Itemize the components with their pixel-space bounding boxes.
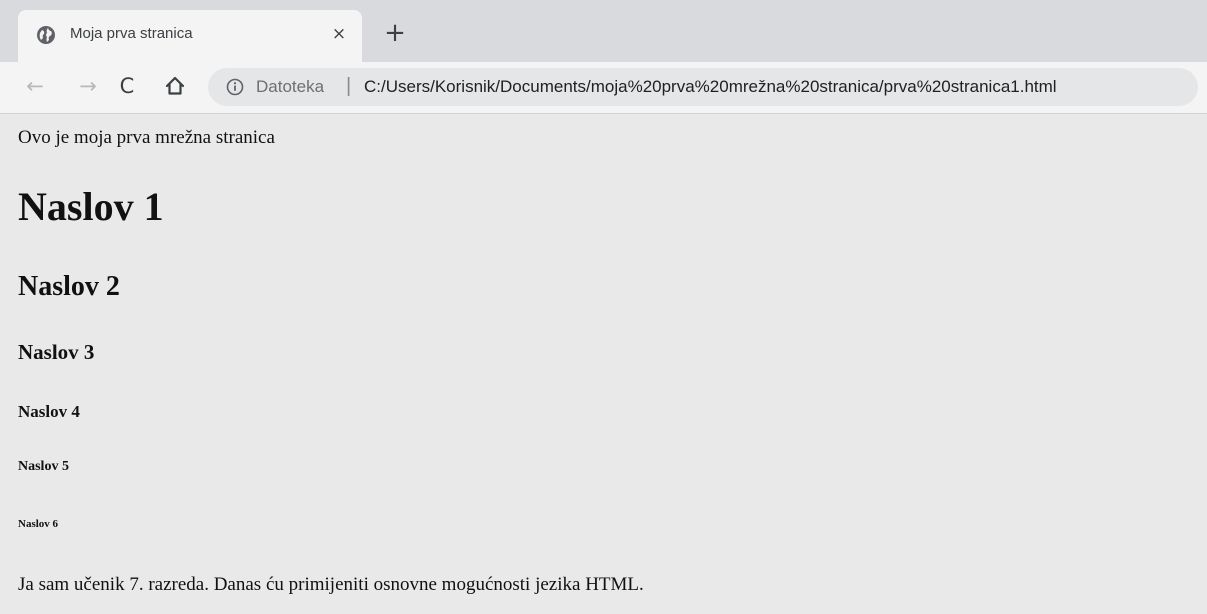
browser-window: Moja prva stranica × + ← → C Datoteka | … xyxy=(0,0,1207,614)
heading-3: Naslov 3 xyxy=(18,340,95,364)
outro-text: Ja sam učenik 7. razreda. Danas ću primi… xyxy=(18,574,644,595)
browser-tab[interactable]: Moja prva stranica × xyxy=(18,10,362,62)
reload-button[interactable]: C xyxy=(112,71,142,101)
page-content: Ovo je moja prva mrežna stranica Naslov … xyxy=(0,114,1207,614)
new-tab-button[interactable]: + xyxy=(380,19,410,49)
heading-6: Naslov 6 xyxy=(18,518,59,530)
info-icon[interactable] xyxy=(226,78,244,96)
heading-2: Naslov 2 xyxy=(18,271,120,302)
tab-strip: Moja prva stranica × + xyxy=(0,0,1207,62)
home-button[interactable] xyxy=(160,71,190,101)
back-button[interactable]: ← xyxy=(20,71,50,101)
heading-4: Naslov 4 xyxy=(18,402,80,421)
tab-close-button[interactable]: × xyxy=(326,21,352,47)
address-separator: | xyxy=(346,75,352,97)
home-icon xyxy=(165,76,185,95)
heading-1: Naslov 1 xyxy=(18,184,164,229)
address-scheme-label: Datoteka xyxy=(256,77,325,96)
tab-title: Moja prva stranica xyxy=(70,25,193,42)
browser-toolbar: ← → C Datoteka | C:/Users/Korisnik/Docum… xyxy=(0,62,1207,114)
address-url[interactable]: C:/Users/Korisnik/Documents/moja%20prva%… xyxy=(364,77,1057,97)
intro-text: Ovo je moja prva mrežna stranica xyxy=(18,127,275,148)
forward-button[interactable]: → xyxy=(73,71,103,101)
globe-icon xyxy=(37,26,55,44)
heading-5: Naslov 5 xyxy=(18,459,69,474)
address-bar[interactable]: Datoteka | C:/Users/Korisnik/Documents/m… xyxy=(208,68,1198,106)
